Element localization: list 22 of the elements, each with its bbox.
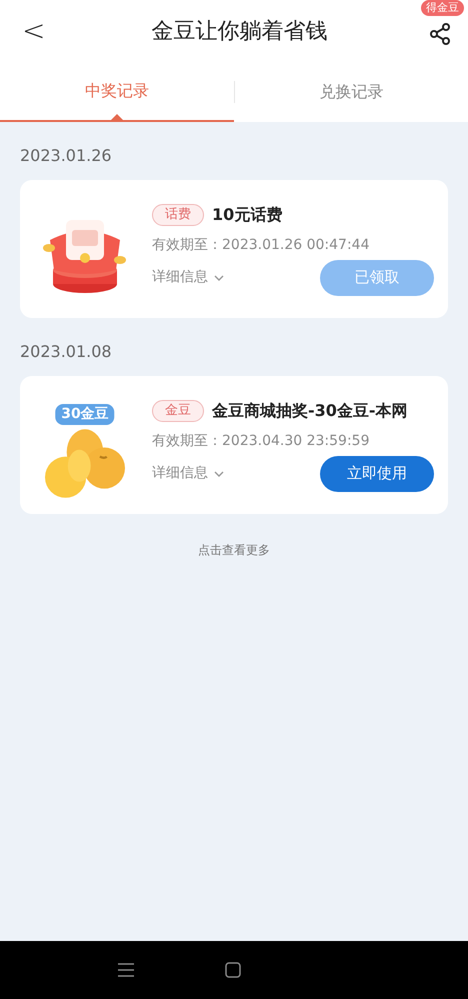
expiry-text: 有效期至：2023.01.26 00:47:44 (152, 236, 370, 254)
date-label: 2023.01.08 (20, 341, 113, 363)
home-icon[interactable] (225, 962, 241, 978)
reward-badge[interactable]: 得金豆 (421, 0, 464, 16)
chevron-down-icon (214, 274, 224, 280)
menu-icon[interactable] (117, 962, 135, 978)
page-title: 金豆让你躺着省钱 (152, 18, 328, 46)
image-label: 30金豆 (55, 404, 115, 425)
use-button[interactable]: 立即使用 (320, 456, 434, 492)
tab[interactable]: 中奖记录 (0, 62, 234, 122)
record-title: 金豆商城抽奖-30金豆-本网 (212, 400, 408, 422)
load-more-link[interactable]: 点击查看更多 (192, 540, 276, 560)
chevron-down-icon (214, 470, 224, 476)
category-tag: 话费 (152, 204, 204, 226)
expiry-text: 有效期至：2023.04.30 23:59:59 (152, 432, 370, 450)
record-title: 10元话费 (212, 204, 282, 226)
details-toggle[interactable]: 详细信息 (152, 463, 224, 484)
tab[interactable]: 兑换记录 (234, 62, 468, 122)
date-label: 2023.01.26 (20, 145, 113, 167)
back-button[interactable]: < (16, 17, 52, 45)
share-icon[interactable] (428, 22, 452, 46)
category-tag: 金豆 (152, 400, 204, 422)
